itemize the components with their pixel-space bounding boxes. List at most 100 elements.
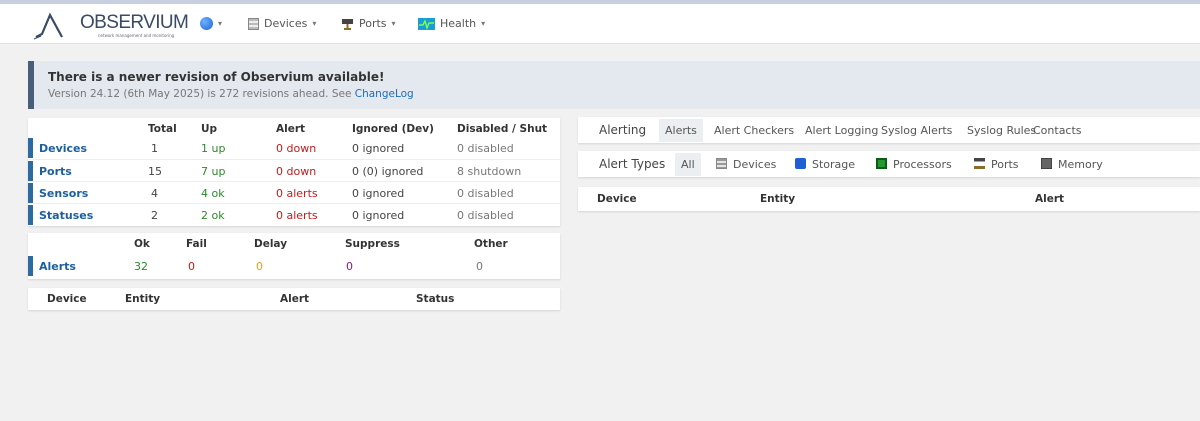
row-accent-bar xyxy=(28,183,33,203)
devices-ignored: 0 ignored xyxy=(352,142,405,155)
type-storage[interactable]: Storage xyxy=(795,158,855,171)
status-summary-panel: Total Up Alert Ignored (Dev) Disabled / … xyxy=(28,118,560,226)
memory-icon xyxy=(1041,158,1052,169)
alerts-summary-row: Alerts 32 0 0 0 0 xyxy=(28,255,560,277)
banner-text: Version 24.12 (6th May 2025) is 272 revi… xyxy=(48,88,414,100)
row-accent-bar xyxy=(28,205,33,225)
changelog-link[interactable]: ChangeLog xyxy=(355,88,414,100)
type-devices-label: Devices xyxy=(733,158,777,171)
devices-up: 1 up xyxy=(201,142,226,155)
nav-devices-label: Devices xyxy=(264,17,308,30)
navbar: OBSERVIUM network management and monitor… xyxy=(0,4,1200,44)
alerts-delay: 0 xyxy=(256,260,263,273)
statuses-up: 2 ok xyxy=(201,209,225,222)
nav-globe-menu[interactable]: ▾ xyxy=(200,17,222,30)
col-device[interactable]: Device xyxy=(47,293,87,305)
sensors-total: 4 xyxy=(151,187,158,200)
ports-icon xyxy=(974,158,985,169)
type-devices[interactable]: Devices xyxy=(716,158,776,171)
alerting-title: Alerting xyxy=(599,123,647,137)
devices-icon xyxy=(248,17,259,30)
nav-health-label: Health xyxy=(440,17,477,30)
header-ignored: Ignored (Dev) xyxy=(352,123,434,135)
summary-row-devices: Devices 1 1 up 0 down 0 ignored 0 disabl… xyxy=(28,137,560,159)
alerts-fail: 0 xyxy=(188,260,195,273)
row-label-devices[interactable]: Devices xyxy=(39,142,87,155)
alert-table-left: Device Entity Alert Status xyxy=(28,288,560,310)
devices-disabled: 0 disabled xyxy=(457,142,514,155)
col-alert[interactable]: Alert xyxy=(1035,193,1064,205)
row-accent-bar xyxy=(28,138,33,158)
type-memory[interactable]: Memory xyxy=(1041,158,1103,171)
statuses-total: 2 xyxy=(151,209,158,222)
devices-total: 1 xyxy=(151,142,158,155)
type-processors[interactable]: Processors xyxy=(876,158,952,171)
summary-row-sensors: Sensors 4 4 ok 0 alerts 0 ignored 0 disa… xyxy=(28,181,560,203)
tab-alert-checkers[interactable]: Alert Checkers xyxy=(714,124,794,137)
update-banner: There is a newer revision of Observium a… xyxy=(28,61,1200,109)
summary-row-ports: Ports 15 7 up 0 down 0 (0) ignored 8 shu… xyxy=(28,159,560,181)
chevron-down-icon: ▾ xyxy=(481,19,486,28)
row-label-sensors[interactable]: Sensors xyxy=(39,187,88,200)
alerting-nav: Alerting Alerts Alert Checkers Alert Log… xyxy=(578,117,1200,143)
col-alert[interactable]: Alert xyxy=(280,293,309,305)
col-device[interactable]: Device xyxy=(597,193,637,205)
row-label-ports[interactable]: Ports xyxy=(39,165,72,178)
header-up: Up xyxy=(201,123,218,135)
ports-up: 7 up xyxy=(201,165,226,178)
header-ok: Ok xyxy=(134,238,150,250)
alerts-other: 0 xyxy=(476,260,483,273)
statuses-alert: 0 alerts xyxy=(276,209,318,222)
storage-icon xyxy=(795,158,806,169)
chevron-down-icon: ▾ xyxy=(218,19,223,28)
tab-syslog-alerts[interactable]: Syslog Alerts xyxy=(881,124,952,137)
sensors-disabled: 0 disabled xyxy=(457,187,514,200)
statuses-disabled: 0 disabled xyxy=(457,209,514,222)
nav-devices-menu[interactable]: Devices ▾ xyxy=(248,17,316,30)
sensors-up: 4 ok xyxy=(201,187,225,200)
observium-logo[interactable]: OBSERVIUM network management and monitor… xyxy=(32,9,189,41)
ports-alert: 0 down xyxy=(276,165,317,178)
nav-ports-menu[interactable]: Ports ▾ xyxy=(341,17,396,30)
nav-ports-label: Ports xyxy=(359,17,387,30)
sensors-alert: 0 alerts xyxy=(276,187,318,200)
header-alert: Alert xyxy=(276,123,306,135)
row-label-statuses[interactable]: Statuses xyxy=(39,209,93,222)
row-accent-bar xyxy=(28,256,33,276)
alert-types-nav: Alert Types All Devices Storage Processo… xyxy=(578,151,1200,177)
tab-syslog-rules[interactable]: Syslog Rules xyxy=(967,124,1036,137)
type-processors-label: Processors xyxy=(893,158,952,171)
devices-alert: 0 down xyxy=(276,142,317,155)
header-delay: Delay xyxy=(254,238,288,250)
banner-accent-bar xyxy=(28,61,34,109)
tab-alert-logging[interactable]: Alert Logging xyxy=(805,124,878,137)
nav-health-menu[interactable]: Health ▾ xyxy=(418,17,485,30)
col-entity[interactable]: Entity xyxy=(760,193,795,205)
banner-message: Version 24.12 (6th May 2025) is 272 revi… xyxy=(48,88,355,100)
type-ports[interactable]: Ports xyxy=(974,158,1019,171)
sensors-ignored: 0 ignored xyxy=(352,187,405,200)
type-ports-label: Ports xyxy=(991,158,1019,171)
brand-tagline: network management and monitoring xyxy=(98,33,175,38)
alerts-summary-panel: Ok Fail Delay Suppress Other Alerts 32 0… xyxy=(28,233,560,279)
col-status[interactable]: Status xyxy=(416,293,454,305)
tab-contacts[interactable]: Contacts xyxy=(1033,124,1082,137)
processors-icon xyxy=(876,158,887,169)
header-disabled: Disabled / Shut xyxy=(457,123,548,135)
type-all[interactable]: All xyxy=(675,153,701,176)
row-label-alerts[interactable]: Alerts xyxy=(39,260,76,273)
ports-icon xyxy=(342,18,353,30)
alerts-suppress: 0 xyxy=(346,260,353,273)
col-entity[interactable]: Entity xyxy=(125,293,160,305)
devices-icon xyxy=(716,158,727,169)
chevron-down-icon: ▾ xyxy=(312,19,317,28)
header-other: Other xyxy=(474,238,508,250)
header-total: Total xyxy=(148,123,177,135)
brand-name: OBSERVIUM xyxy=(80,12,189,33)
tab-alerts[interactable]: Alerts xyxy=(659,119,703,142)
ports-total: 15 xyxy=(148,165,162,178)
header-suppress: Suppress xyxy=(345,238,400,250)
header-fail: Fail xyxy=(186,238,207,250)
type-memory-label: Memory xyxy=(1058,158,1103,171)
type-storage-label: Storage xyxy=(812,158,856,171)
